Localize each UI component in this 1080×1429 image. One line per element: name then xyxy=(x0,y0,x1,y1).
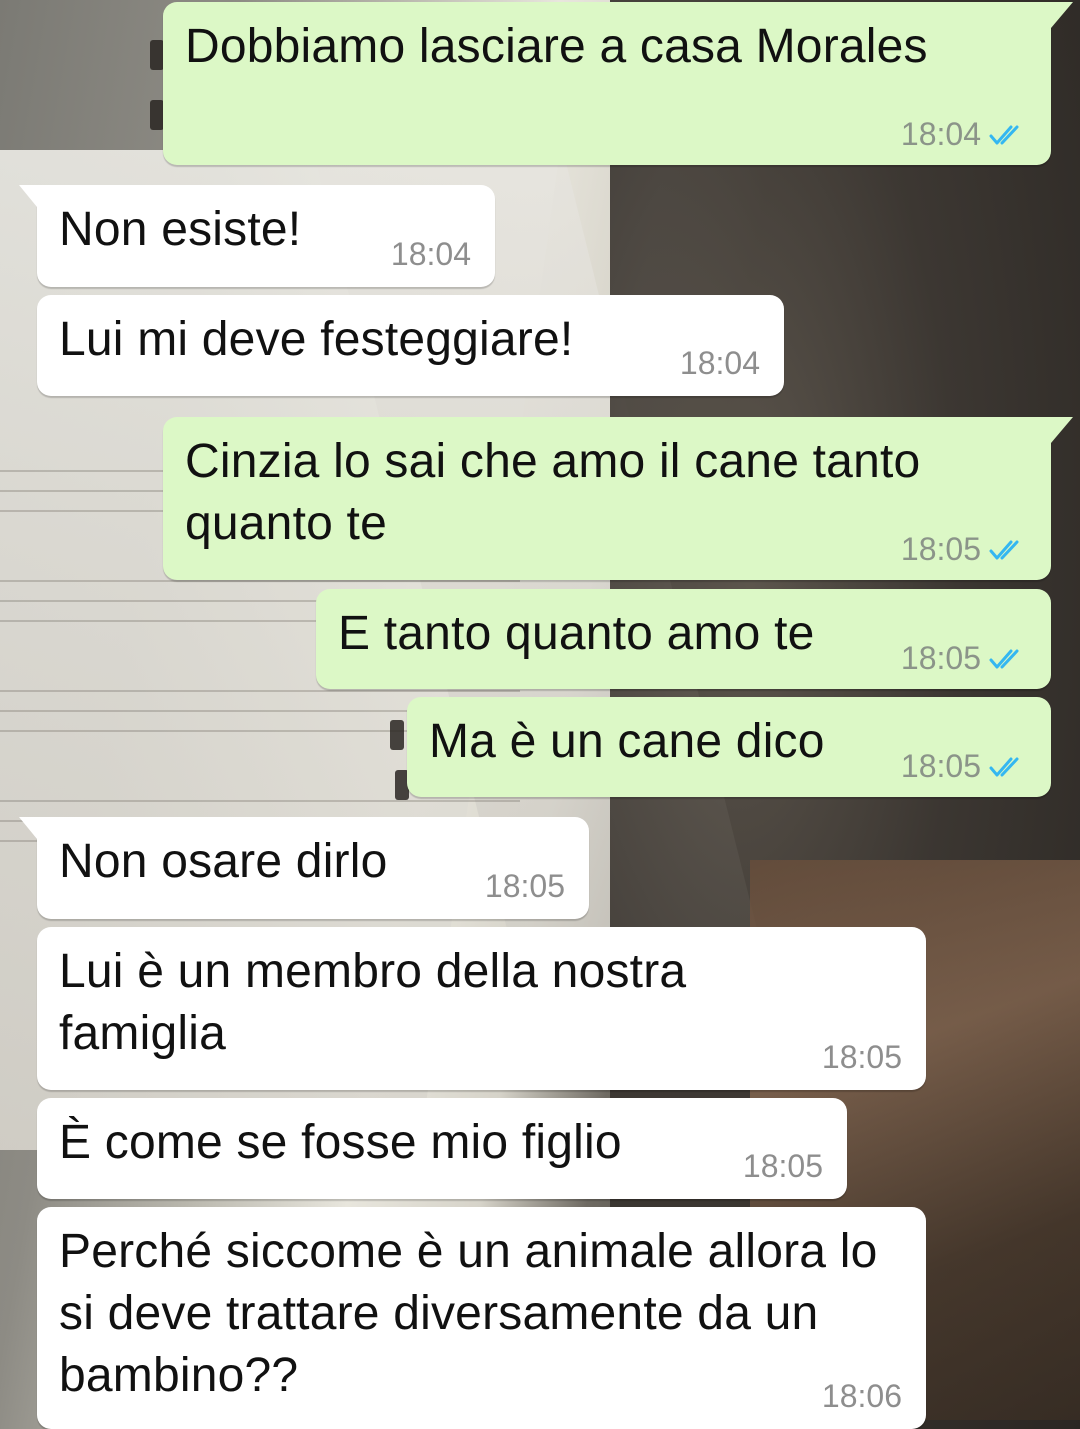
message-time: 18:05 xyxy=(900,748,981,784)
message-bubble-outgoing[interactable]: Cinzia lo sai che amo il cane tanto quan… xyxy=(163,417,1073,580)
message-meta: 18:06 xyxy=(822,1378,902,1415)
message-text: Perché siccome è un animale allora lo si… xyxy=(59,1225,878,1402)
message-meta: 18:05 xyxy=(901,640,1029,677)
message-list[interactable]: Dobbiamo lasciare a casa Morales 18:04 N… xyxy=(0,0,1080,1429)
message-text: Lui mi deve festeggiare! xyxy=(59,313,574,366)
message-meta: 18:05 xyxy=(822,1039,902,1076)
message-time: 18:05 xyxy=(742,1148,823,1184)
message-bubble-outgoing[interactable]: Dobbiamo lasciare a casa Morales 18:04 xyxy=(163,2,1073,165)
message-bubble-incoming[interactable]: Lui mi deve festeggiare! 18:04 xyxy=(37,295,784,396)
double-check-icon xyxy=(989,757,1019,776)
message-meta: 18:05 xyxy=(901,531,1029,568)
message-time: 18:04 xyxy=(900,116,981,152)
message-text: Lui è un membro della nostra famiglia xyxy=(59,945,687,1060)
message-bubble-incoming[interactable]: Lui è un membro della nostra famiglia 18… xyxy=(37,927,926,1090)
message-bubble-outgoing[interactable]: Ma è un cane dico 18:05 xyxy=(407,697,1051,797)
message-time: 18:05 xyxy=(900,640,981,676)
message-meta: 18:05 xyxy=(485,868,565,905)
message-bubble-incoming[interactable]: Perché siccome è un animale allora lo si… xyxy=(37,1207,926,1429)
message-meta: 18:04 xyxy=(391,236,471,273)
message-meta: 18:05 xyxy=(901,748,1029,785)
message-meta: 18:04 xyxy=(901,116,1029,153)
message-time: 18:04 xyxy=(390,236,471,272)
message-bubble-outgoing[interactable]: E tanto quanto amo te 18:05 xyxy=(316,589,1051,689)
double-check-icon xyxy=(989,540,1019,559)
bubble-tail xyxy=(19,185,37,207)
message-meta: 18:04 xyxy=(680,345,760,382)
bubble-tail xyxy=(1051,417,1073,443)
message-time: 18:06 xyxy=(821,1378,902,1414)
message-text: Dobbiamo lasciare a casa Morales xyxy=(185,20,928,73)
message-meta: 18:05 xyxy=(743,1148,823,1185)
double-check-icon xyxy=(989,125,1019,144)
message-bubble-incoming[interactable]: Non esiste! 18:04 xyxy=(19,185,495,287)
message-time: 18:05 xyxy=(484,868,565,904)
message-time: 18:05 xyxy=(900,531,981,567)
message-bubble-incoming[interactable]: È come se fosse mio figlio 18:05 xyxy=(37,1098,847,1199)
double-check-icon xyxy=(989,649,1019,668)
message-bubble-incoming[interactable]: Non osare dirlo 18:05 xyxy=(19,817,589,919)
message-time: 18:05 xyxy=(821,1039,902,1075)
message-text: Cinzia lo sai che amo il cane tanto quan… xyxy=(185,435,921,550)
message-time: 18:04 xyxy=(679,345,760,381)
message-text: È come se fosse mio figlio xyxy=(59,1116,622,1169)
bubble-tail xyxy=(19,817,37,839)
bubble-tail xyxy=(1051,2,1073,28)
